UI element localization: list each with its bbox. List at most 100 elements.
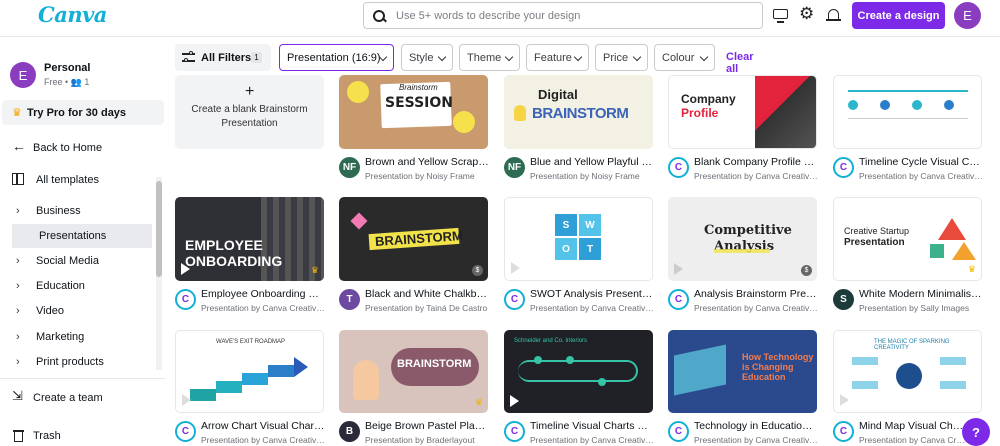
template-title[interactable]: Mind Map Visual Charts Presentation — [859, 420, 969, 432]
sidebar-item-education[interactable]: › Education — [12, 274, 152, 298]
monitor-icon[interactable] — [773, 8, 789, 24]
template-thumbnail[interactable]: SESSION Brainstorm — [339, 75, 488, 149]
create-team-link[interactable]: Create a team — [0, 386, 152, 410]
bell-icon[interactable] — [826, 8, 842, 24]
template-thumbnail[interactable]: Company Profile — [668, 75, 817, 149]
filter-colour[interactable]: Colour — [654, 44, 715, 71]
user-avatar[interactable]: E — [954, 2, 981, 29]
template-title[interactable]: Black and White Chalkboard Brainstorm Pr… — [365, 288, 489, 300]
template-creator: Presentation by Canva Creative Studio — [694, 171, 818, 181]
play-icon — [181, 263, 190, 275]
template-title[interactable]: Employee Onboarding Presentation — [201, 288, 325, 300]
filter-theme[interactable]: Theme — [459, 44, 520, 71]
team-icon — [12, 388, 26, 405]
chevron-right-icon: › — [16, 356, 20, 368]
sidebar-divider — [0, 378, 165, 379]
all-filters-button[interactable]: All Filters 1 — [175, 44, 271, 71]
template-thumbnail[interactable]: BRAINSTORM $ — [339, 197, 488, 281]
all-templates-link[interactable]: All templates — [0, 168, 152, 192]
template-creator: Presentation by Canva Creative Studio — [694, 435, 818, 445]
play-icon — [510, 395, 519, 407]
sidebar-item-video[interactable]: › Video — [12, 299, 152, 323]
template-creator: Presentation by Canva Creative Studio — [201, 303, 325, 313]
crown-icon: ♛ — [967, 264, 976, 274]
sidebar-scrollbar[interactable] — [154, 177, 162, 370]
trash-link[interactable]: Trash — [0, 424, 152, 446]
template-thumbnail[interactable]: Competitive Analysis $ — [668, 197, 817, 281]
template-creator: Presentation by Noisy Frame — [365, 171, 475, 181]
template-thumbnail[interactable] — [833, 75, 982, 149]
canva-logo[interactable]: Canva — [38, 2, 107, 27]
template-title[interactable]: Analysis Brainstorm Presentation — [694, 288, 818, 300]
try-pro-button[interactable]: ♛ Try Pro for 30 days — [2, 100, 164, 125]
filter-presentation-size[interactable]: Presentation (16:9) — [279, 44, 394, 71]
templates-icon — [12, 173, 26, 187]
chevron-down-icon — [504, 52, 514, 62]
template-title[interactable]: Arrow Chart Visual Charts Presentation — [201, 420, 325, 432]
dollar-icon: $ — [801, 265, 812, 276]
template-title[interactable]: Brown and Yellow Scrapbook Brainstorm Pr… — [365, 156, 489, 168]
crown-icon: ♛ — [12, 107, 22, 119]
filter-price[interactable]: Price — [595, 44, 648, 71]
arrow-left-icon — [12, 138, 26, 155]
template-thumbnail[interactable]: Schneider and Co. Interiors — [504, 330, 653, 413]
template-creator: Presentation by Tainá De Castro — [365, 303, 488, 313]
canva-creator-avatar: C — [668, 421, 689, 442]
template-creator: Presentation by Canva Creative Studio — [201, 435, 325, 445]
account-avatar[interactable]: E — [10, 62, 36, 88]
template-title[interactable]: SWOT Analysis Presentation — [530, 288, 654, 300]
template-title[interactable]: White Modern Minimalist Creative Startup… — [859, 288, 983, 300]
sidebar-item-social-media[interactable]: › Social Media — [12, 249, 152, 273]
trash-icon — [12, 429, 26, 443]
template-title[interactable]: Timeline Cycle Visual Charts Presentatio… — [859, 156, 983, 168]
play-icon — [182, 394, 191, 406]
try-pro-label: Try Pro for 30 days — [27, 106, 127, 119]
template-title[interactable]: Technology in Education Presentation — [694, 420, 818, 432]
sidebar-item-business[interactable]: › Business — [12, 199, 152, 223]
filter-count-badge: 1 — [251, 52, 262, 63]
search-bar[interactable]: Use 5+ words to describe your design — [363, 2, 763, 29]
creator-avatar: S — [833, 289, 854, 310]
chevron-down-icon — [573, 52, 583, 62]
create-design-button[interactable]: Create a design — [852, 2, 945, 29]
sidebar-item-marketing[interactable]: › Marketing — [12, 325, 152, 349]
template-thumbnail[interactable]: BRAINSTORM ♛ — [339, 330, 488, 413]
template-creator: Presentation by Canva Creative Studio — [859, 171, 983, 181]
gear-icon[interactable]: ⚙ — [799, 5, 815, 22]
all-templates-label: All templates — [36, 174, 99, 186]
trash-label: Trash — [33, 430, 61, 442]
sidebar-item-print-products[interactable]: › Print products — [12, 350, 152, 374]
template-creator: Presentation by Canva Creative Studio — [859, 435, 969, 445]
template-title[interactable]: Blank Company Profile Business Presentat… — [694, 156, 818, 168]
chevron-down-icon — [437, 52, 447, 62]
template-thumbnail[interactable]: WAVE'S EXIT ROADMAP — [175, 330, 324, 413]
filter-feature[interactable]: Feature — [526, 44, 589, 71]
template-title[interactable]: Beige Brown Pastel Playful Brainstorm Pr… — [365, 420, 489, 432]
help-button[interactable]: ? — [962, 418, 990, 446]
canva-creator-avatar: C — [833, 421, 854, 442]
chevron-down-icon — [699, 52, 709, 62]
template-thumbnail[interactable]: How Technology is Changing Education — [668, 330, 817, 413]
canva-creator-avatar: C — [504, 421, 525, 442]
creator-avatar: NF — [339, 157, 360, 178]
crown-icon: ♛ — [310, 265, 319, 275]
search-icon — [372, 9, 386, 23]
account-name[interactable]: Personal — [44, 62, 90, 74]
template-title[interactable]: Timeline Visual Charts Presentation — [530, 420, 654, 432]
chevron-right-icon: › — [16, 280, 20, 292]
back-to-home-link[interactable]: Back to Home — [0, 136, 152, 160]
template-thumbnail[interactable]: THE MAGIC OF SPARKING CREATIVITY — [833, 330, 982, 413]
template-thumbnail[interactable]: S W O T — [504, 197, 653, 281]
top-header: Canva Use 5+ words to describe your desi… — [0, 0, 1000, 32]
canva-creator-avatar: C — [175, 289, 196, 310]
template-thumbnail[interactable]: Digital BRAINSTORM — [504, 75, 653, 149]
template-creator: Presentation by Noisy Frame — [530, 171, 640, 181]
search-input[interactable]: Use 5+ words to describe your design — [396, 10, 580, 22]
template-thumbnail[interactable]: EMPLOYEE ONBOARDING ♛ — [175, 197, 324, 281]
filter-style[interactable]: Style — [401, 44, 453, 71]
back-to-home-label: Back to Home — [33, 142, 103, 154]
template-thumbnail[interactable]: Creative Startup Presentation ♛ — [833, 197, 982, 281]
template-creator: Presentation by Sally Images — [859, 303, 970, 313]
template-title[interactable]: Blue and Yellow Playful Digital Brainsto… — [530, 156, 654, 168]
sidebar-item-presentations[interactable]: Presentations — [12, 224, 152, 248]
